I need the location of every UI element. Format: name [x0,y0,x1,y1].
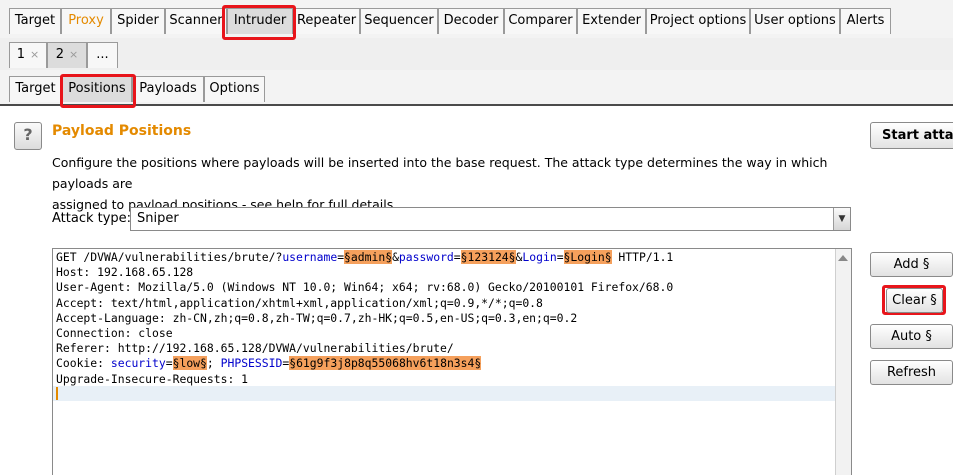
request-tab-new[interactable]: ... [87,42,118,68]
intruder-tab-bar: Target Positions Payloads Options [0,70,953,106]
connection-header: Connection: close [56,326,173,341]
request-tab-1-label: 1 [16,47,26,62]
tab-alerts[interactable]: Alerts [840,8,891,34]
close-icon[interactable]: × [30,48,39,61]
upgrade-header: Upgrade-Insecure-Requests: 1 [56,371,249,386]
payload-marker: §admin§ [344,250,393,264]
request-line: GET /DVWA/vulnerabilities/brute/?usernam… [56,250,674,264]
refresh-button[interactable]: Refresh [870,360,953,385]
accept-header: Accept: text/html,application/xhtml+xml,… [56,295,543,310]
payload-marker: §123124§ [460,250,516,264]
request-tab-bar: 1 × 2 × ... [0,38,953,72]
start-attack-button[interactable]: Start attack [870,122,953,149]
description-line-1: Configure the positions where payloads w… [52,155,828,191]
panel-description: Configure the positions where payloads w… [52,152,852,215]
help-icon[interactable]: ? [14,122,42,150]
tab-intruder[interactable]: Intruder [227,8,293,34]
auto-markers-button[interactable]: Auto § [870,324,953,349]
scroll-up-icon[interactable] [838,255,848,261]
payload-marker: §61g9f3j8p8q55068hv6t18n3s4§ [289,356,482,371]
main-tab-bar: Target Proxy Spider Scanner Intruder Rep… [0,0,953,40]
tab-spider[interactable]: Spider [111,8,165,34]
tab-decoder[interactable]: Decoder [438,8,504,34]
intruder-tab-positions[interactable]: Positions [62,76,132,102]
close-icon[interactable]: × [69,48,78,61]
accept-language-header: Accept-Language: zh-CN,zh;q=0.8,zh-TW;q=… [56,310,578,325]
attack-type-select[interactable]: Sniper ▼ [130,207,851,231]
editor-scrollbar[interactable] [835,249,851,475]
request-tab-2-label: 2 [55,47,65,62]
tab-proxy[interactable]: Proxy [61,8,111,34]
intruder-tab-options[interactable]: Options [204,76,265,102]
current-line-highlight [53,386,837,401]
tab-repeater[interactable]: Repeater [293,8,360,34]
chevron-down-icon[interactable]: ▼ [833,208,850,230]
payload-marker: §Login§ [563,250,612,264]
tab-comparer[interactable]: Comparer [504,8,577,34]
request-tab-2[interactable]: 2 × [47,42,87,68]
referer-header: Referer: http://192.168.65.128/DVWA/vuln… [56,341,454,356]
request-text[interactable]: GET /DVWA/vulnerabilities/brute/?usernam… [56,250,673,387]
tab-extender[interactable]: Extender [577,8,646,34]
intruder-tab-target[interactable]: Target [9,76,62,102]
request-editor[interactable]: GET /DVWA/vulnerabilities/brute/?usernam… [52,248,852,475]
attack-type-value: Sniper [137,211,179,226]
user-agent-header: User-Agent: Mozilla/5.0 (Windows NT 10.0… [56,280,674,295]
tab-target[interactable]: Target [9,8,61,34]
clear-markers-button[interactable]: Clear § [886,288,943,313]
tab-sequencer[interactable]: Sequencer [360,8,438,34]
intruder-tab-payloads[interactable]: Payloads [132,76,204,102]
attack-type-label: Attack type: [52,211,132,226]
request-tab-1[interactable]: 1 × [9,42,47,68]
add-marker-button[interactable]: Add § [870,252,953,277]
panel-title: Payload Positions [52,123,192,139]
host-header: Host: 192.168.65.128 [56,265,194,280]
text-caret [56,387,58,400]
payload-marker: §low§ [172,356,207,371]
cookie-header: Cookie: security=§low§; PHPSESSID=§61g9f… [56,356,482,371]
tab-project-options[interactable]: Project options [646,8,750,34]
tab-scanner[interactable]: Scanner [165,8,227,34]
tab-user-options[interactable]: User options [750,8,840,34]
